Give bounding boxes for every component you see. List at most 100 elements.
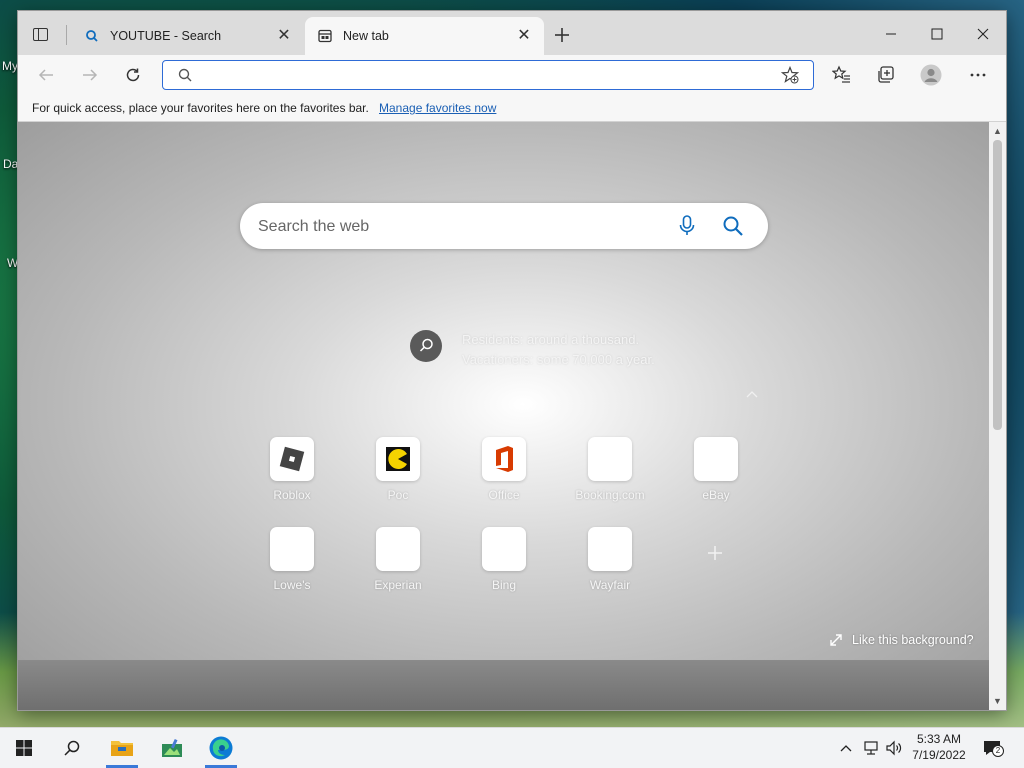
add-quick-link-button[interactable]: [705, 543, 725, 563]
tab-actions-icon: [33, 28, 48, 41]
page-scrollbar[interactable]: ▲ ▼: [989, 122, 1006, 710]
magnifier-icon: [410, 330, 442, 362]
search-icon[interactable]: [722, 215, 744, 240]
minimize-button[interactable]: [868, 19, 914, 49]
close-icon: [977, 28, 989, 40]
tab-youtube-search[interactable]: YOUTUBE - Search ✕: [72, 17, 304, 55]
quick-link-label: Bing: [491, 578, 517, 592]
clock-time: 5:33 AM: [916, 732, 962, 746]
refresh-button[interactable]: [119, 61, 147, 89]
new-tab-page: Residents: around a thousand. Vacationer…: [18, 122, 989, 710]
address-bar[interactable]: [162, 60, 814, 90]
web-search-input[interactable]: [256, 215, 660, 239]
clock-date: 7/19/2022: [912, 748, 966, 762]
tab-title: New tab: [343, 29, 389, 43]
browser-window: YOUTUBE - Search ✕ New tab ✕ For quick a…: [18, 11, 1006, 710]
expand-icon: [830, 634, 842, 646]
minimize-icon: [886, 33, 896, 35]
settings-more-button[interactable]: [964, 61, 992, 89]
desktop-icon-label[interactable]: My: [2, 59, 18, 73]
new-tab-button[interactable]: [552, 25, 572, 45]
notifications-button[interactable]: 2: [982, 738, 1004, 758]
scroll-up-icon[interactable]: ▲: [989, 124, 1006, 138]
tab-divider: [66, 25, 67, 45]
quick-link-label: Poc: [387, 488, 409, 502]
avatar-icon: [920, 64, 942, 86]
office-icon: [482, 437, 526, 481]
quick-link-wayfair[interactable]: Wayfair: [565, 527, 655, 592]
edge-taskbar-button[interactable]: [197, 728, 245, 768]
blank-icon: [588, 527, 632, 571]
favorites-icon: [832, 65, 850, 83]
start-button[interactable]: [0, 728, 48, 768]
system-clock[interactable]: 5:33 AM 7/19/2022: [898, 731, 980, 763]
quick-link-ebay[interactable]: eBay: [671, 437, 761, 502]
collections-icon: [878, 66, 894, 83]
quick-link-bing[interactable]: Bing: [459, 527, 549, 592]
pacman-icon: [376, 437, 420, 481]
taskbar: 5:33 AM 7/19/2022 2: [0, 727, 1024, 768]
quick-link-label: Lowe's: [273, 578, 311, 592]
scroll-down-icon[interactable]: ▼: [989, 694, 1006, 708]
quick-link-booking[interactable]: Booking.com: [565, 437, 655, 502]
tab-new-tab[interactable]: New tab ✕: [305, 17, 544, 55]
plus-icon: [555, 28, 569, 42]
quick-link-label: Office: [488, 488, 520, 502]
forward-button[interactable]: [76, 61, 104, 89]
file-explorer-button[interactable]: [98, 728, 146, 768]
desktop-icon-label[interactable]: W: [7, 256, 18, 270]
edge-icon: [209, 736, 233, 760]
browser-toolbar: [18, 55, 1006, 95]
maximize-button[interactable]: [914, 19, 960, 49]
tab-strip: YOUTUBE - Search ✕ New tab ✕: [18, 11, 1006, 55]
scrollbar-thumb[interactable]: [993, 140, 1002, 430]
quick-link-label: Booking.com: [575, 488, 645, 502]
newtab-page-icon: [317, 28, 333, 44]
plus-icon: [708, 546, 722, 560]
add-favorite-icon[interactable]: [780, 65, 800, 87]
quick-link-label: Wayfair: [589, 578, 631, 592]
more-icon: [970, 73, 986, 77]
search-icon: [177, 67, 193, 86]
collections-button[interactable]: [872, 61, 900, 89]
chevron-up-icon[interactable]: [836, 738, 856, 758]
fact-line-2: Vacationers: some 70,000 a year.: [462, 352, 655, 367]
close-window-button[interactable]: [960, 19, 1006, 49]
desktop-icon-label[interactable]: Da: [3, 157, 18, 171]
folder-icon: [111, 741, 133, 756]
arrow-left-icon: [38, 69, 53, 81]
page-bottom-band: [18, 660, 989, 710]
arrow-right-icon: [83, 69, 98, 81]
profile-button[interactable]: [917, 61, 945, 89]
like-background-button[interactable]: Like this background?: [828, 632, 974, 648]
network-icon[interactable]: [861, 738, 881, 758]
blank-icon: [588, 437, 632, 481]
favorites-button[interactable]: [828, 61, 856, 89]
maximize-icon: [931, 28, 943, 40]
close-tab-icon[interactable]: ✕: [516, 28, 532, 44]
search-icon: [84, 28, 100, 44]
close-tab-icon[interactable]: ✕: [276, 28, 292, 44]
windows-logo-icon: [16, 740, 32, 756]
app-button[interactable]: [148, 728, 196, 768]
quick-link-roblox[interactable]: Roblox: [247, 437, 337, 502]
web-search-box[interactable]: [240, 203, 768, 249]
quick-link-experian[interactable]: Experian: [353, 527, 443, 592]
taskbar-search-button[interactable]: [48, 728, 96, 768]
quick-link-label: Experian: [374, 578, 422, 592]
search-icon: [64, 740, 80, 756]
chevron-up-icon[interactable]: [745, 388, 759, 398]
fact-line-1: Residents: around a thousand.: [462, 332, 640, 347]
roblox-icon: [270, 437, 314, 481]
manage-favorites-link[interactable]: Manage favorites now: [379, 101, 496, 115]
back-button[interactable]: [32, 61, 60, 89]
quick-link-office[interactable]: Office: [459, 437, 549, 502]
quick-link-poc[interactable]: Poc: [353, 437, 443, 502]
quick-link-lowes[interactable]: Lowe's: [247, 527, 337, 592]
blank-icon: [482, 527, 526, 571]
address-input[interactable]: [203, 65, 767, 87]
tab-title: YOUTUBE - Search: [110, 29, 222, 43]
microphone-icon[interactable]: [678, 215, 696, 240]
tab-actions-button[interactable]: [30, 25, 50, 43]
like-background-label: Like this background?: [852, 633, 974, 647]
